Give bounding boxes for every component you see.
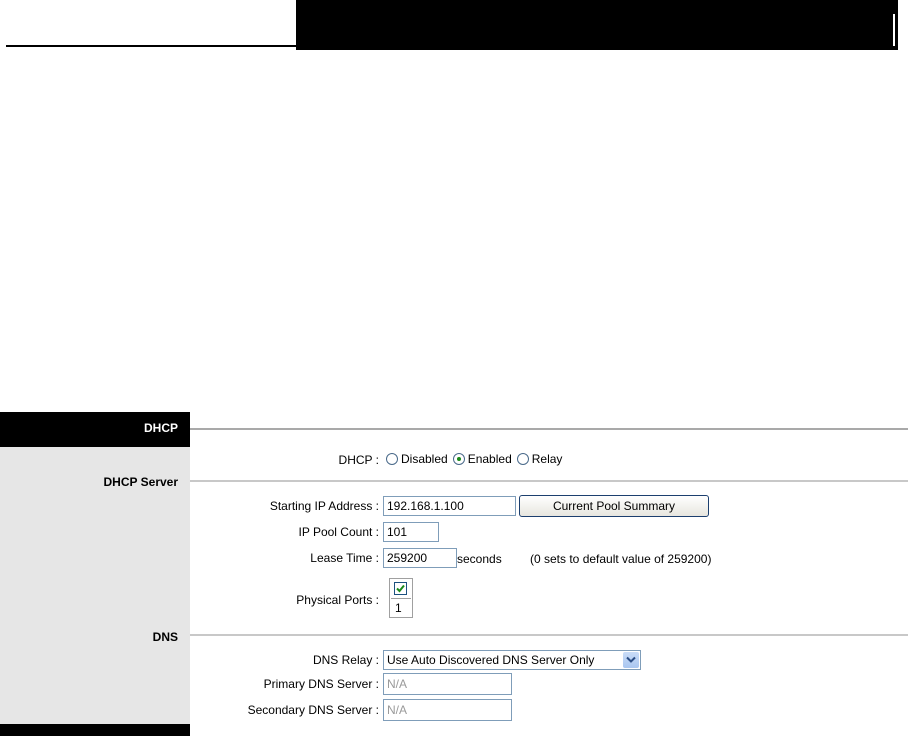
secondary-dns-row: Secondary DNS Server : N/A [190, 698, 908, 722]
starting-ip-row: Starting IP Address : 192.168.1.100 Curr… [190, 494, 908, 518]
dns-relay-select[interactable]: Use Auto Discovered DNS Server Only [383, 650, 641, 670]
primary-dns-row: Primary DNS Server : N/A [190, 672, 908, 696]
starting-ip-input[interactable]: 192.168.1.100 [383, 496, 516, 516]
dns-relay-selected-value: Use Auto Discovered DNS Server Only [387, 653, 595, 667]
lease-time-row: Lease Time : 259200 seconds (0 sets to d… [190, 546, 908, 570]
radio-disabled-label[interactable]: Disabled [401, 452, 448, 466]
secondary-dns-input[interactable]: N/A [383, 699, 512, 721]
radio-enabled-label[interactable]: Enabled [468, 452, 512, 466]
physical-ports-label: Physical Ports : [296, 593, 379, 607]
port-1-checkbox[interactable] [394, 582, 407, 595]
dhcp-settings-panel: DHCP DHCP Server DNS DHCP : Disabled Ena… [0, 412, 908, 736]
header-left-underline [6, 0, 296, 47]
chevron-down-icon [626, 656, 636, 663]
current-pool-summary-button[interactable]: Current Pool Summary [519, 495, 709, 517]
sidebar: DHCP DHCP Server DNS [0, 412, 190, 736]
dns-relay-label: DNS Relay : [312, 653, 379, 667]
port-1-number: 1 [391, 598, 411, 616]
check-mark-icon [396, 584, 405, 593]
starting-ip-label: Starting IP Address : [269, 499, 379, 513]
section-divider-dhcp-server [190, 480, 908, 482]
dhcp-mode-row: DHCP : Disabled Enabled Relay [190, 448, 908, 472]
dhcp-mode-radios: Disabled Enabled Relay [386, 452, 567, 466]
header-bar-edge [893, 14, 895, 46]
lease-time-input[interactable]: 259200 [383, 548, 457, 568]
lease-time-units: seconds [457, 552, 502, 566]
sidebar-label-dns: DNS [152, 630, 178, 644]
lease-time-hint: (0 sets to default value of 259200) [530, 552, 712, 566]
secondary-dns-label: Secondary DNS Server : [247, 703, 379, 717]
physical-ports-box: 1 [389, 578, 413, 618]
primary-dns-label: Primary DNS Server : [263, 677, 379, 691]
section-divider-top [190, 428, 908, 430]
primary-dns-input[interactable]: N/A [383, 673, 512, 695]
lease-time-label: Lease Time : [310, 551, 379, 565]
section-divider-dns [190, 634, 908, 636]
sidebar-title: DHCP [0, 412, 190, 447]
dropdown-button[interactable] [623, 652, 639, 668]
pool-count-row: IP Pool Count : 101 [190, 520, 908, 544]
radio-disabled[interactable] [386, 453, 398, 465]
dns-relay-row: DNS Relay : Use Auto Discovered DNS Serv… [190, 648, 908, 672]
pool-count-label: IP Pool Count : [298, 525, 380, 539]
header-bar [296, 0, 898, 50]
radio-relay[interactable] [516, 453, 529, 465]
sidebar-label-dhcp-server: DHCP Server [103, 475, 178, 489]
pool-count-input[interactable]: 101 [383, 522, 439, 542]
radio-relay-label[interactable]: Relay [532, 452, 563, 466]
physical-ports-row: Physical Ports : 1 [190, 578, 908, 622]
radio-enabled[interactable] [452, 453, 465, 465]
dhcp-mode-label: DHCP : [338, 453, 379, 467]
sidebar-bottom-bar [0, 724, 190, 736]
